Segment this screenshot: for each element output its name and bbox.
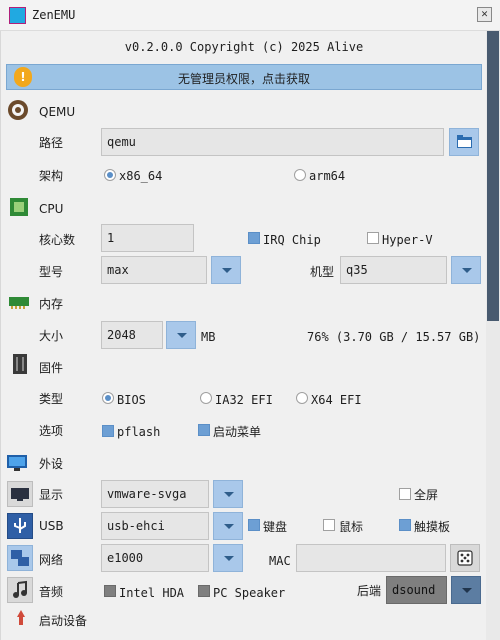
peripherals-icon: [6, 452, 28, 474]
section-cpu-title: CPU: [39, 202, 64, 216]
keyboard-checkbox[interactable]: [248, 519, 260, 531]
irq-chip-label: IRQ Chip: [263, 233, 321, 247]
section-memory-title: 内存: [39, 297, 64, 311]
backend-label: 后端: [357, 584, 382, 598]
machine-label: 机型: [310, 265, 335, 279]
pflash-checkbox[interactable]: [102, 425, 114, 437]
section-peripherals-title: 外设: [39, 457, 64, 471]
display-dropdown-button[interactable]: [213, 480, 243, 508]
memory-usage-text: 76% (3.70 GB / 15.57 GB): [307, 330, 481, 344]
firmware-radio-bios[interactable]: [102, 392, 114, 404]
display-select[interactable]: vmware-svga: [101, 480, 209, 508]
model-select[interactable]: max: [101, 256, 207, 284]
monitor-icon: [11, 488, 29, 501]
usb-dropdown-button[interactable]: [213, 512, 243, 540]
network-select[interactable]: e1000: [101, 544, 209, 572]
arch-radio-arm64[interactable]: [294, 169, 306, 181]
mouse-label: 鼠标: [339, 520, 364, 534]
cores-label: 核心数: [39, 233, 76, 247]
path-input[interactable]: qemu: [101, 128, 444, 156]
touchpad-checkbox[interactable]: [399, 519, 411, 531]
section-boot-title: 启动设备: [39, 614, 88, 628]
cores-input[interactable]: 1: [101, 224, 194, 252]
browse-folder-button[interactable]: [449, 128, 479, 156]
admin-banner[interactable]: ! 无管理员权限，点击获取: [6, 64, 482, 90]
pflash-label: pflash: [117, 425, 161, 439]
mac-label: MAC: [269, 554, 291, 568]
usb-side-button[interactable]: [7, 513, 33, 539]
mouse-checkbox[interactable]: [323, 519, 335, 531]
version-text: v0.2.0.0 Copyright (c) 2025 Alive: [124, 40, 364, 54]
firmware-radio-x64-efi[interactable]: [296, 392, 308, 404]
usb-label: USB: [39, 519, 64, 533]
model-label: 型号: [39, 265, 64, 279]
cpu-icon: [8, 196, 30, 218]
firmware-option-bios: BIOS: [117, 393, 146, 407]
fullscreen-checkbox[interactable]: [399, 488, 411, 500]
section-qemu-title: QEMU: [39, 105, 76, 119]
arch-radio-x86_64[interactable]: [104, 169, 116, 181]
keyboard-label: 键盘: [263, 520, 288, 534]
machine-dropdown-button[interactable]: [451, 256, 481, 284]
irq-chip-checkbox[interactable]: [248, 232, 260, 244]
firmware-icon: [9, 353, 31, 375]
arch-option-arm64: arm64: [309, 169, 346, 183]
main-panel: v0.2.0.0 Copyright (c) 2025 Alive ! 无管理员…: [0, 31, 486, 640]
intel-hda-checkbox[interactable]: [104, 585, 116, 597]
close-button[interactable]: ✕: [477, 7, 492, 22]
random-mac-button[interactable]: [450, 544, 480, 572]
memory-size-label: 大小: [39, 329, 64, 343]
vertical-scrollbar[interactable]: [486, 31, 500, 640]
audio-label: 音频: [39, 585, 64, 599]
machine-select[interactable]: q35: [340, 256, 447, 284]
title-bar: ZenEMU ✕: [0, 0, 500, 31]
hyperv-label: Hyper-V: [382, 233, 433, 247]
section-firmware-title: 固件: [39, 361, 64, 375]
firmware-type-label: 类型: [39, 392, 64, 406]
display-label: 显示: [39, 488, 64, 502]
window-title: ZenEMU: [32, 8, 76, 22]
dice-icon: [457, 550, 473, 566]
memory-size-dropdown-button[interactable]: [166, 321, 196, 349]
memory-unit: MB: [201, 330, 216, 344]
network-icon: [11, 550, 29, 566]
model-dropdown-button[interactable]: [211, 256, 241, 284]
touchpad-label: 触摸板: [414, 520, 451, 534]
firmware-radio-ia32-efi[interactable]: [200, 392, 212, 404]
network-side-button[interactable]: [7, 545, 33, 571]
firmware-options-label: 选项: [39, 424, 64, 438]
firmware-option-ia32-efi: IA32 EFI: [215, 393, 273, 407]
usb-select[interactable]: usb-ehci: [101, 512, 209, 540]
audio-side-button[interactable]: [7, 577, 33, 603]
arch-option-x86_64: x86_64: [119, 169, 163, 183]
folder-icon: [457, 135, 472, 148]
boot-menu-checkbox[interactable]: [198, 424, 210, 436]
scrollbar-thumb[interactable]: [487, 31, 499, 321]
arch-label: 架构: [39, 169, 64, 183]
intel-hda-label: Intel HDA: [119, 586, 185, 600]
backend-dropdown-button[interactable]: [451, 576, 481, 604]
music-note-icon: [13, 580, 27, 598]
qemu-icon: [7, 99, 29, 121]
boot-menu-label: 启动菜单: [213, 425, 262, 439]
firmware-option-x64-efi: X64 EFI: [311, 393, 362, 407]
app-icon: [9, 7, 26, 24]
display-side-button[interactable]: [7, 481, 33, 507]
pc-speaker-checkbox[interactable]: [198, 585, 210, 597]
network-dropdown-button[interactable]: [213, 544, 243, 572]
mac-input[interactable]: [296, 544, 446, 572]
fullscreen-label: 全屏: [414, 488, 439, 502]
memory-size-input[interactable]: 2048: [101, 321, 163, 349]
banner-text: 无管理员权限，点击获取: [177, 72, 310, 86]
path-label: 路径: [39, 136, 64, 150]
boot-device-icon: [10, 608, 32, 630]
hyperv-checkbox[interactable]: [367, 232, 379, 244]
usb-icon: [14, 518, 26, 533]
pc-speaker-label: PC Speaker: [213, 586, 286, 600]
network-label: 网络: [39, 553, 64, 567]
memory-icon: [8, 291, 30, 313]
backend-select[interactable]: dsound: [386, 576, 447, 604]
